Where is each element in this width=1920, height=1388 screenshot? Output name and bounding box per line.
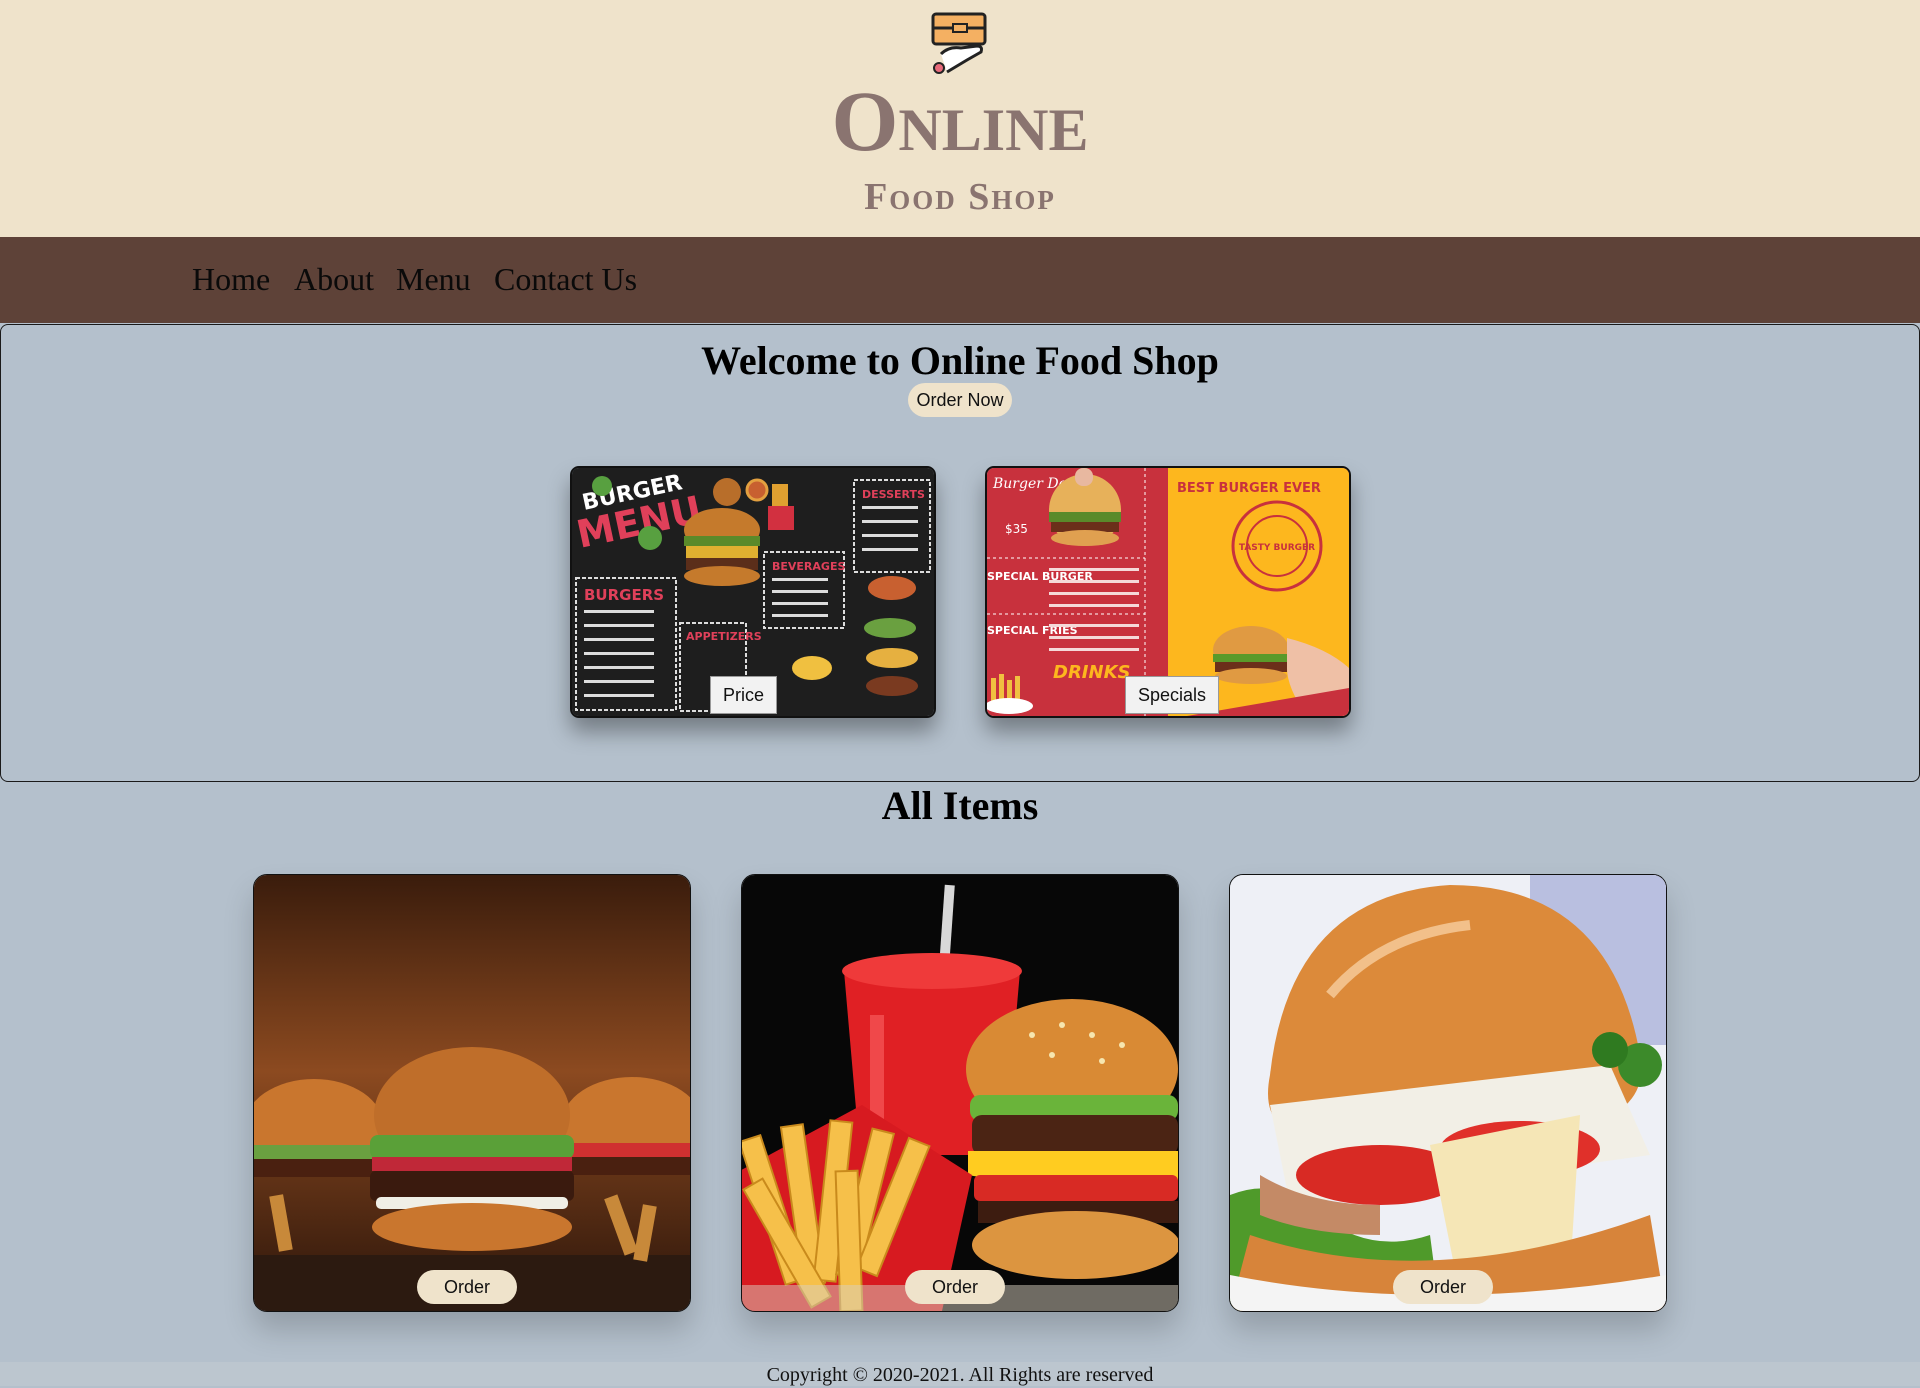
- sandwich-roll-image: [1230, 875, 1666, 1311]
- specials-button[interactable]: Specials: [1125, 676, 1220, 714]
- deal-art-price: $35: [1005, 522, 1028, 536]
- brand-subtitle: Food Shop: [864, 176, 1056, 218]
- nav-item-home[interactable]: Home: [192, 263, 270, 295]
- burger-menu-art-section4: DESSERTS: [862, 488, 925, 501]
- footer: Copyright © 2020-2021. All Rights are re…: [0, 1362, 1920, 1386]
- hero-order-now-button[interactable]: Order Now: [908, 383, 1012, 417]
- nav-item-contact-us[interactable]: Contact Us: [494, 263, 637, 295]
- hero-heading: Welcome to Online Food Shop: [701, 338, 1219, 383]
- copyright-text: Copyright © 2020-2021. All Rights are re…: [766, 1364, 1154, 1386]
- nav-item-menu[interactable]: Menu: [396, 263, 471, 295]
- price-menu-card[interactable]: BURGER MENU BURGERS APPETIZERS BEVERAGES…: [570, 466, 936, 718]
- hero-section: Welcome to Online Food Shop Order Now BU…: [0, 324, 1920, 782]
- specials-menu-card[interactable]: Burger Deal $35 BEST BURGER EVER TASTY B…: [985, 466, 1351, 718]
- item-card[interactable]: Order Now: [741, 874, 1179, 1312]
- burger-fries-drink-image: [742, 875, 1178, 1311]
- item-order-now-button[interactable]: Order Now: [417, 1270, 517, 1304]
- all-items-title: All Items: [881, 783, 1039, 828]
- item-card[interactable]: Order Now: [1229, 874, 1667, 1312]
- deal-art-badge: TASTY BURGER: [1239, 543, 1315, 553]
- site-header: Online Food Shop: [0, 0, 1920, 237]
- deal-art-drinks: DRINKS: [1053, 662, 1130, 683]
- delivery-box-hand-icon: [931, 12, 987, 74]
- item-card[interactable]: Order Now: [253, 874, 691, 1312]
- deal-art-best: BEST BURGER EVER: [1177, 481, 1321, 496]
- burger-menu-art-section2: APPETIZERS: [686, 630, 762, 643]
- main-nav: Home About Menu Contact Us: [0, 237, 1920, 323]
- burgers-trio-image: [254, 875, 690, 1311]
- nav-item-about[interactable]: About: [294, 263, 374, 295]
- item-order-now-button[interactable]: Order Now: [1393, 1270, 1493, 1304]
- brand-title: Online: [831, 73, 1089, 169]
- burger-menu-art-section3: BEVERAGES: [772, 560, 845, 573]
- item-order-now-button[interactable]: Order Now: [905, 1270, 1005, 1304]
- price-button[interactable]: Price: [710, 676, 778, 714]
- burger-menu-art-section1: BURGERS: [584, 586, 664, 604]
